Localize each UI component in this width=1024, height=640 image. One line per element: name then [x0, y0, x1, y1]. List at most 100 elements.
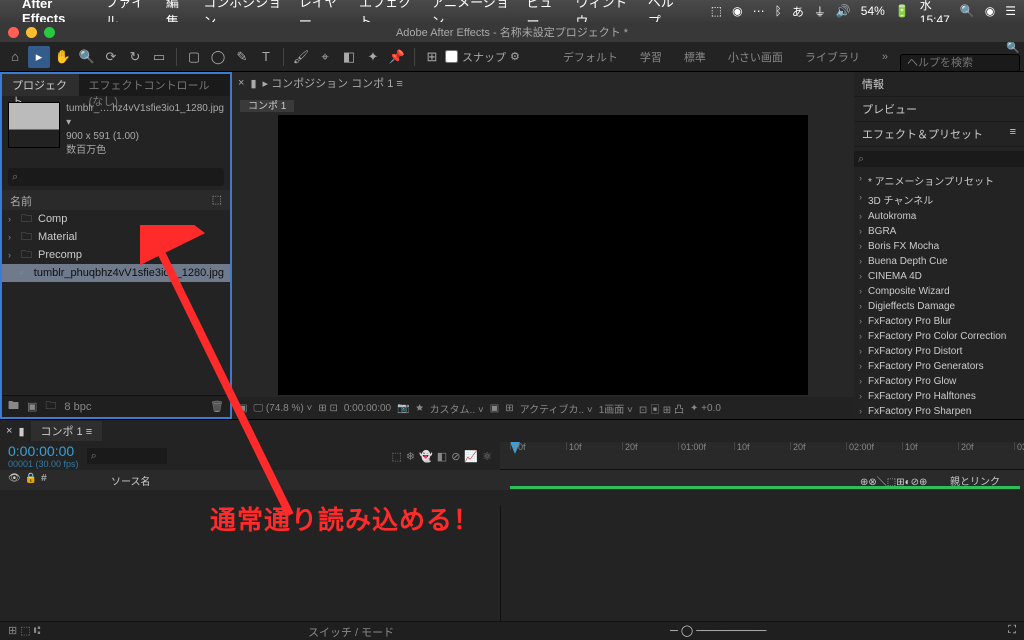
panel-grip-icon[interactable]: ▮	[250, 77, 256, 90]
pen-tool[interactable]: ✎	[231, 46, 253, 68]
workspace-more[interactable]: »	[882, 51, 888, 63]
shy-icon[interactable]: 👻	[419, 450, 433, 463]
folder-comp[interactable]: ›🗀Comp	[2, 210, 230, 228]
rect-tool[interactable]: ▢	[183, 46, 205, 68]
selection-tool[interactable]: ▸	[28, 46, 50, 68]
workspace-default[interactable]: デフォルト	[563, 49, 618, 65]
composition-canvas[interactable]	[278, 115, 808, 395]
lock-column-icon[interactable]: 🔒	[25, 473, 37, 487]
timeline-grip-icon[interactable]: ▮	[18, 425, 24, 438]
hand-tool[interactable]: ✋	[52, 46, 74, 68]
project-column-header[interactable]: 名前⬚	[2, 190, 230, 210]
tab-effect-controls[interactable]: エフェクトコントロール (なし)	[79, 74, 230, 96]
preset-item[interactable]: FxFactory Pro Color Correction	[854, 329, 1024, 344]
preset-item[interactable]: FxFactory Pro Distort	[854, 344, 1024, 359]
frame-blend-icon[interactable]: ◧	[437, 450, 447, 463]
preset-item[interactable]: Autokroma	[854, 209, 1024, 224]
snap-toggle[interactable]: スナップ ⚙	[445, 49, 520, 65]
preset-item[interactable]: Buena Depth Cue	[854, 254, 1024, 269]
preset-item[interactable]: * アニメーションプリセット	[854, 171, 1024, 190]
motion-blur-icon[interactable]: ⊘	[451, 450, 460, 463]
ime-icon[interactable]: あ	[792, 3, 804, 20]
effects-preset-list[interactable]: * アニメーションプリセット3D チャンネルAutokromaBGRABoris…	[854, 171, 1024, 419]
panel-close-icon[interactable]: ×	[238, 77, 244, 89]
siri-icon[interactable]: ◉	[985, 4, 995, 18]
brush-tool[interactable]: 🖌	[290, 46, 312, 68]
rotate-tool[interactable]: ↻	[124, 46, 146, 68]
preset-item[interactable]: BGRA	[854, 224, 1024, 239]
channel-icon[interactable]: 🟊	[416, 401, 424, 416]
brainstorm-icon[interactable]: ⚛	[482, 450, 492, 463]
ellipse-tool[interactable]: ◯	[207, 46, 229, 68]
preset-item[interactable]: CINEMA 4D	[854, 269, 1024, 284]
effects-search-input[interactable]	[854, 151, 1024, 167]
new-comp-icon[interactable]: ▣	[27, 400, 37, 413]
work-area-bar[interactable]	[510, 486, 1020, 489]
composition-viewer[interactable]	[232, 112, 854, 397]
section-info[interactable]: 情報	[854, 72, 1024, 97]
new-folder-icon[interactable]: 🗀	[45, 397, 56, 416]
eraser-tool[interactable]: ◧	[338, 46, 360, 68]
wifi-icon[interactable]: ⏚	[814, 3, 826, 20]
workspace-small[interactable]: 小さい画面	[728, 49, 783, 65]
bluetooth-icon[interactable]: ᛒ	[775, 4, 782, 18]
status-icon[interactable]: ⬚	[711, 4, 722, 18]
bpc-toggle[interactable]: 8 bpc	[64, 401, 91, 413]
preset-item[interactable]: FxFactory Pro Sharpen	[854, 404, 1024, 419]
interpret-footage-icon[interactable]: 🖿	[8, 397, 19, 416]
draft3d-icon[interactable]: ❄	[406, 450, 415, 463]
footer-switches-label[interactable]: スイッチ / モード	[300, 622, 662, 639]
toggle-switches-icon[interactable]: ⊞ ⬚ ⑆	[8, 624, 40, 637]
close-button[interactable]	[8, 27, 19, 38]
time-ruler[interactable]: 00f10f20f01:00f10f20f02:00f10f20f03:0	[500, 442, 1024, 470]
grid-icon[interactable]: ⊞	[505, 403, 513, 414]
tab-project[interactable]: プロジェクト	[2, 74, 79, 96]
notification-icon[interactable]: ☰	[1005, 4, 1016, 18]
graph-editor-icon[interactable]: 📈	[464, 450, 478, 463]
folder-material[interactable]: ›🗀Material	[2, 228, 230, 246]
timeline-search-input[interactable]	[87, 448, 167, 464]
folder-precomp[interactable]: ›🗀Precomp	[2, 246, 230, 264]
workspace-learn[interactable]: 学習	[640, 49, 662, 65]
preset-item[interactable]: FxFactory Pro Halftones	[854, 389, 1024, 404]
timeline-close-icon[interactable]: ×	[6, 425, 12, 437]
spotlight-icon[interactable]: 🔍	[960, 4, 975, 18]
zoom-in-icon[interactable]: ⛶	[1008, 624, 1016, 637]
puppet-tool[interactable]: 📌	[386, 46, 408, 68]
project-item-list[interactable]: ›🗀Comp ›🗀Material ›🗀Precomp ▫tumblr_phuq…	[2, 210, 230, 395]
home-tool[interactable]: ⌂	[4, 46, 26, 68]
cc-icon[interactable]: ◉	[732, 4, 742, 18]
comp-tab[interactable]: ▸ コンポジション コンポ 1 ≡	[263, 75, 403, 91]
viewer-timecode[interactable]: 0:00:00:00	[344, 403, 391, 414]
preset-item[interactable]: 3D チャンネル	[854, 190, 1024, 209]
timeline-tab[interactable]: コンポ 1 ≡	[31, 421, 103, 441]
text-tool[interactable]: T	[255, 46, 277, 68]
preset-item[interactable]: FxFactory Pro Blur	[854, 314, 1024, 329]
preset-item[interactable]: Digieffects Damage	[854, 299, 1024, 314]
roto-tool[interactable]: ✦	[362, 46, 384, 68]
footage-item-selected[interactable]: ▫tumblr_phuqbhz4vV1sfie3io1_1280.jpg	[2, 264, 230, 282]
minimize-button[interactable]	[26, 27, 37, 38]
preset-item[interactable]: Boris FX Mocha	[854, 239, 1024, 254]
timeline-layers[interactable]	[0, 506, 1024, 621]
snap-checkbox[interactable]	[445, 50, 458, 63]
custom-view[interactable]: カスタム.. ˅	[430, 401, 484, 416]
volume-icon[interactable]: 🔊	[836, 4, 851, 18]
help-search-input[interactable]	[900, 54, 1020, 72]
orbit-tool[interactable]: ⟳	[100, 46, 122, 68]
eye-column-icon[interactable]: 👁	[8, 473, 21, 487]
workspace-library[interactable]: ライブラリ	[805, 49, 860, 65]
snapshot-icon[interactable]: 📷	[397, 403, 409, 414]
always-preview-icon[interactable]: ▣	[238, 403, 247, 414]
toggle-mask-icon[interactable]: ▣	[490, 403, 499, 414]
zoom-button[interactable]	[44, 27, 55, 38]
magnification-dropdown[interactable]: 🖵 (74.8 %) ˅	[253, 403, 312, 414]
label-icon[interactable]: ⬚	[212, 193, 222, 207]
preset-item[interactable]: FxFactory Pro Glow	[854, 374, 1024, 389]
zoom-out-icon[interactable]: ─ ◯ ─────────	[670, 624, 766, 637]
active-camera[interactable]: アクティブカ.. ˅	[520, 401, 593, 416]
local-axis[interactable]: ⊞	[421, 46, 443, 68]
workspace-standard[interactable]: 標準	[684, 49, 706, 65]
clone-tool[interactable]: ⌖	[314, 46, 336, 68]
preset-item[interactable]: Composite Wizard	[854, 284, 1024, 299]
